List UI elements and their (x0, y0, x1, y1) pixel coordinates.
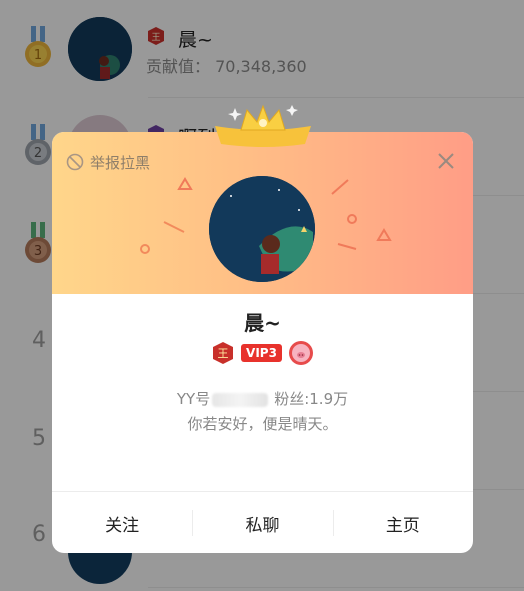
svg-text:王: 王 (218, 347, 229, 360)
profile-avatar[interactable] (209, 176, 315, 282)
yy-number-redacted (212, 392, 269, 407)
block-icon (66, 153, 84, 171)
action-bar: 关注 私聊 主页 (52, 491, 473, 553)
follow-button[interactable]: 关注 (52, 492, 192, 553)
chat-button[interactable]: 私聊 (192, 492, 332, 553)
king-badge-icon: 王 (213, 342, 234, 364)
home-button[interactable]: 主页 (332, 492, 473, 553)
profile-name: 晨~ (244, 311, 281, 335)
profile-card: 举报拉黑 晨~ 王 VIP3 YY号 粉丝:1.9万 你若安好，便是晴天。 关注… (52, 132, 473, 553)
badge-row: 王 VIP3 (52, 340, 473, 366)
fans-count: 粉丝:1.9万 (274, 390, 349, 408)
profile-meta: YY号 粉丝:1.9万 (52, 388, 473, 409)
close-icon[interactable] (435, 150, 457, 172)
pig-badge-icon (288, 341, 313, 365)
signature: 你若安好，便是晴天。 (187, 415, 338, 433)
vip-badge: VIP3 (241, 344, 282, 362)
crown-icon (215, 104, 311, 147)
report-block-button[interactable]: 举报拉黑 (66, 152, 150, 172)
yy-label: YY号 (176, 390, 211, 408)
card-header: 举报拉黑 (52, 132, 473, 294)
report-label: 举报拉黑 (90, 153, 151, 172)
